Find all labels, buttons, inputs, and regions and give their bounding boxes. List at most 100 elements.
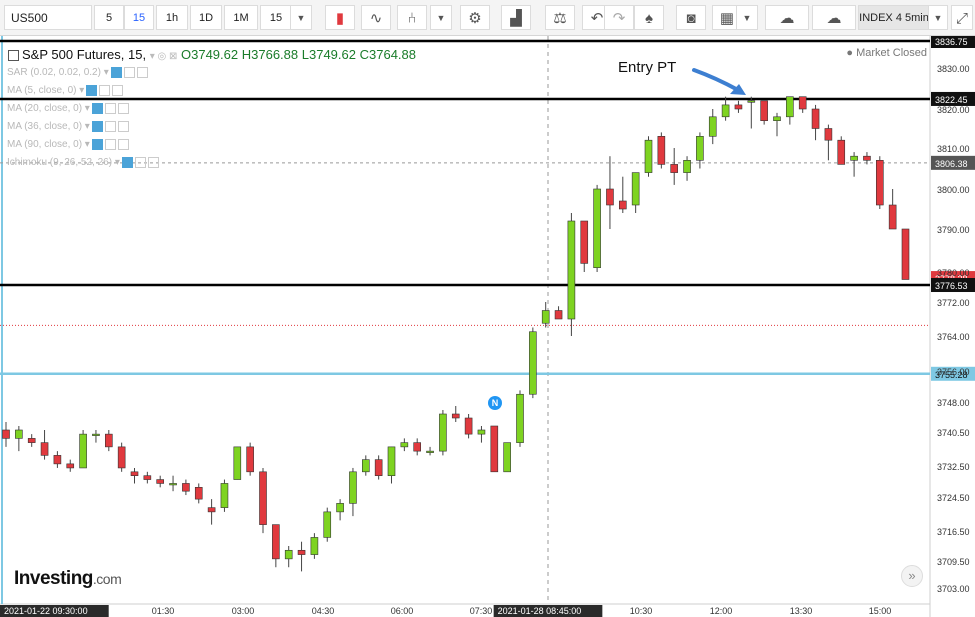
- eye-icon[interactable]: [86, 85, 98, 96]
- candle-body: [130, 471, 139, 476]
- candle-body: [336, 503, 344, 513]
- candle-body: [169, 483, 177, 486]
- news-badge[interactable]: N: [488, 396, 502, 410]
- dropdown-icon[interactable]: ▼: [928, 5, 948, 30]
- cloud-download-icon[interactable]: ☁: [765, 5, 809, 30]
- chart-grid: [0, 36, 975, 617]
- candles-icon[interactable]: ▮: [325, 5, 355, 30]
- close-icon[interactable]: [136, 67, 148, 78]
- candle-body: [272, 524, 280, 560]
- interval-1m[interactable]: 1M: [224, 5, 258, 30]
- indicator-label: Ichimoku (9, 26, 52, 26): [7, 157, 113, 169]
- indicators-icon[interactable]: ∿: [361, 5, 391, 30]
- legend-dropdown-icon[interactable]: ▾ ◎ ⊠: [150, 51, 178, 62]
- candle-body: [734, 104, 743, 110]
- settings-icon[interactable]: [123, 67, 135, 78]
- candle-body: [207, 507, 216, 513]
- scroll-to-end-button[interactable]: »: [901, 565, 923, 587]
- candle-body: [194, 487, 203, 500]
- candle-body: [400, 442, 409, 448]
- candle-body: [220, 483, 229, 508]
- indicator-label: MA (20, close, 0): [7, 103, 83, 115]
- indicator-ma5[interactable]: MA (5, close, 0) ▾: [7, 85, 124, 97]
- chart-background: [0, 36, 975, 617]
- indicator-ma20[interactable]: MA (20, close, 0) ▾: [7, 103, 129, 114]
- settings-icon[interactable]: ⚙: [460, 5, 490, 30]
- indicator-ma90[interactable]: MA (90, close, 0) ▾: [7, 139, 129, 150]
- eye-icon[interactable]: [110, 67, 122, 78]
- compare-icon[interactable]: ▟: [501, 5, 531, 30]
- candle-body: [426, 450, 434, 453]
- time-tick-label: 15:00: [869, 606, 892, 616]
- indicator-ma36[interactable]: MA (36, close, 0) ▾: [7, 121, 129, 132]
- time-tick-label: 04:30: [312, 606, 335, 616]
- interval-15[interactable]: 15: [124, 5, 154, 30]
- price-chart[interactable]: 3836.753822.453806.383778.383776.533755.…: [0, 36, 975, 617]
- candle-body: [875, 160, 884, 206]
- time-tick-label: 13:30: [790, 606, 813, 616]
- settings-icon[interactable]: [104, 139, 116, 150]
- entry-pt-annotation: Entry PT: [618, 59, 677, 76]
- redo-icon[interactable]: ↷: [604, 5, 634, 30]
- candle-body: [696, 136, 704, 161]
- fullscreen-icon[interactable]: ⤢: [951, 5, 973, 30]
- alert-icon[interactable]: ♠: [634, 5, 664, 30]
- camera-icon[interactable]: ◙: [676, 5, 706, 30]
- candle-body: [824, 128, 833, 141]
- legend-high: H3766.88: [241, 47, 299, 62]
- close-icon[interactable]: [117, 103, 129, 114]
- candle-body: [580, 220, 589, 264]
- indicator-ichimoku[interactable]: Ichimoku (9, 26, 52, 26) ▾: [7, 157, 159, 168]
- indicator-label: SAR (0.02, 0.02, 0.2): [7, 67, 101, 79]
- candle-body: [618, 200, 627, 210]
- price-tick-label: 3724.50: [937, 493, 970, 503]
- settings-icon[interactable]: [99, 85, 111, 96]
- eye-icon[interactable]: [91, 103, 103, 114]
- market-status-text: Market Closed: [856, 47, 927, 59]
- indicator-label: MA (36, close, 0): [7, 121, 83, 133]
- balance-icon[interactable]: ⚖: [545, 5, 575, 30]
- close-icon[interactable]: [117, 139, 129, 150]
- candle-body: [27, 438, 36, 443]
- dropdown-icon[interactable]: ▼: [736, 5, 758, 30]
- candle-body: [143, 475, 152, 480]
- collapse-icon[interactable]: [8, 50, 19, 62]
- price-tick-label: 3800.00: [937, 185, 970, 195]
- candle-body: [413, 442, 422, 452]
- eye-icon[interactable]: [91, 121, 103, 132]
- investing-logo: Investing.com: [14, 568, 122, 590]
- price-tick-label: 3790.00: [937, 225, 970, 235]
- close-icon[interactable]: [147, 157, 159, 168]
- indicator-sar[interactable]: SAR (0.02, 0.02, 0.2) ▾: [7, 67, 148, 78]
- close-icon[interactable]: [112, 85, 124, 96]
- close-icon[interactable]: [117, 121, 129, 132]
- candle-body: [541, 310, 550, 324]
- eye-icon[interactable]: [121, 157, 133, 168]
- candle-body: [66, 463, 75, 469]
- candle-body: [477, 429, 486, 435]
- price-tick-label: 3764.00: [937, 332, 970, 342]
- interval-1d[interactable]: 1D: [190, 5, 222, 30]
- cloud-upload-icon[interactable]: ☁: [812, 5, 856, 30]
- indicator-label: MA (5, close, 0): [7, 85, 77, 97]
- chart-layout-name[interactable]: INDEX 4 5min: [858, 5, 930, 30]
- dropdown-icon[interactable]: ▼: [290, 5, 312, 30]
- interval-1h[interactable]: 1h: [156, 5, 188, 30]
- settings-icon[interactable]: [104, 121, 116, 132]
- interval-5[interactable]: 5: [94, 5, 124, 30]
- candle-body: [554, 310, 563, 320]
- fork-icon[interactable]: ⑃: [397, 5, 427, 30]
- candle-body: [593, 188, 601, 268]
- time-tick-label: 2021-01-28 08:45:00: [498, 606, 582, 616]
- candle-body: [503, 442, 511, 473]
- settings-icon[interactable]: [134, 157, 146, 168]
- dropdown-icon[interactable]: ▼: [430, 5, 452, 30]
- interval-custom[interactable]: 15: [260, 5, 292, 30]
- settings-icon[interactable]: [104, 103, 116, 114]
- symbol-input[interactable]: US500: [4, 5, 92, 30]
- candle-body: [246, 446, 254, 473]
- toolbar: US500 5 15 1h 1D 1M 15 ▼ ▮ ∿ ⑃ ▼ ⚙ ▟ ⚖ ↶…: [0, 0, 975, 36]
- candle-body: [837, 139, 846, 165]
- price-level-label: 3836.75: [935, 37, 968, 47]
- eye-icon[interactable]: [91, 139, 103, 150]
